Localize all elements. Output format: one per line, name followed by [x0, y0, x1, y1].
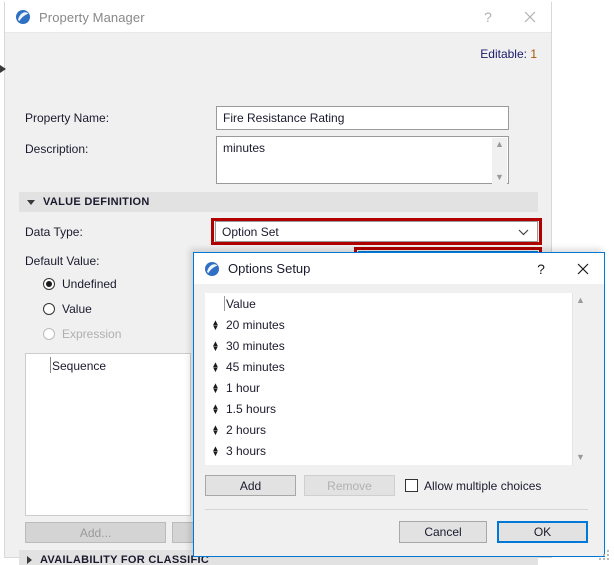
- description-label: Description:: [25, 142, 89, 156]
- list-item-label: 1.5 hours: [226, 401, 277, 416]
- reorder-handle-icon[interactable]: ▲ ▼: [209, 381, 222, 394]
- availability-label: AVAILABILITY FOR CLASSIFIC: [40, 554, 210, 565]
- list-item-label: 3 hours: [226, 443, 267, 458]
- radio-undefined-indicator: [43, 278, 55, 290]
- column-header-value: Value: [226, 296, 256, 311]
- radio-value-indicator: [43, 303, 55, 315]
- list-item[interactable]: ▲ ▼ 3 hours: [205, 440, 572, 461]
- options-setup-title: Options Setup: [228, 261, 311, 276]
- add-button: Add...: [25, 522, 166, 543]
- list-item[interactable]: ▲ ▼ 30 minutes: [205, 335, 572, 356]
- list-item[interactable]: ▲ ▼ 45 minutes: [205, 356, 572, 377]
- radio-expression-indicator: [43, 328, 55, 340]
- collapse-arrow-icon[interactable]: [0, 65, 6, 73]
- reorder-handle-icon[interactable]: ▲ ▼: [209, 339, 222, 352]
- checkbox-indicator: [405, 479, 418, 492]
- close-icon[interactable]: [562, 253, 604, 284]
- reorder-handle-icon[interactable]: ▲ ▼: [209, 318, 222, 331]
- property-name-label: Property Name:: [25, 111, 110, 125]
- close-icon[interactable]: [509, 2, 551, 33]
- scroll-up-icon[interactable]: ▲: [495, 140, 504, 149]
- chevron-down-icon: [27, 199, 35, 205]
- chevron-down-icon: [518, 225, 529, 239]
- resize-grip[interactable]: [599, 550, 610, 561]
- list-item[interactable]: ▲ ▼ 20 minutes: [205, 314, 572, 335]
- cancel-button[interactable]: Cancel: [399, 521, 487, 543]
- archicad-logo-icon: [15, 9, 31, 25]
- scroll-up-icon[interactable]: ▲: [576, 296, 585, 305]
- value-definition-section-header[interactable]: VALUE DEFINITION: [19, 192, 538, 212]
- property-manager-title: Property Manager: [39, 9, 145, 25]
- radio-undefined-label: Undefined: [62, 277, 117, 291]
- editable-count: 1: [530, 47, 537, 61]
- list-item-label: 1 hour: [226, 380, 261, 395]
- sequence-label: Sequence: [52, 359, 107, 373]
- radio-value[interactable]: Value: [43, 302, 92, 316]
- reorder-handle-icon[interactable]: ▲ ▼: [209, 402, 222, 415]
- reorder-handle-icon[interactable]: ▲ ▼: [209, 423, 222, 436]
- editable-label: Editable:: [480, 47, 527, 61]
- options-list-scrollbar[interactable]: ▲ ▼: [572, 293, 588, 465]
- help-button[interactable]: ?: [467, 2, 509, 33]
- sequence-list[interactable]: Sequence: [25, 353, 191, 516]
- allow-multiple-choices-checkbox[interactable]: Allow multiple choices: [405, 475, 541, 496]
- options-setup-body: Value ▲ ▼ 20 minutes ▲ ▼ 30 minutes ▲ ▼ 45 …: [194, 285, 604, 556]
- value-definition-label: VALUE DEFINITION: [43, 196, 150, 208]
- radio-undefined[interactable]: Undefined: [43, 277, 117, 291]
- list-item-label: 45 minutes: [226, 359, 285, 374]
- property-manager-titlebar[interactable]: Property Manager ?: [5, 2, 551, 33]
- allow-multiple-choices-label: Allow multiple choices: [424, 478, 542, 493]
- remove-option-button: Remove: [304, 475, 395, 496]
- default-value-label: Default Value:: [25, 254, 100, 268]
- ok-button[interactable]: OK: [497, 521, 588, 543]
- list-item-label: 30 minutes: [226, 338, 285, 353]
- scroll-down-icon[interactable]: ▼: [576, 453, 585, 462]
- add-option-button[interactable]: Add: [205, 475, 296, 496]
- list-item-label: 20 minutes: [226, 317, 285, 332]
- description-text: minutes: [223, 141, 266, 155]
- scroll-down-icon[interactable]: ▼: [495, 173, 504, 182]
- options-setup-titlebar[interactable]: Options Setup ?: [194, 253, 604, 285]
- property-name-input[interactable]: Fire Resistance Rating: [216, 106, 509, 130]
- list-item[interactable]: ▲ ▼ 1.5 hours: [205, 398, 572, 419]
- reorder-handle-icon[interactable]: ▲ ▼: [209, 360, 222, 373]
- list-item-label: 2 hours: [226, 422, 267, 437]
- footer-divider: [205, 509, 588, 510]
- data-type-value: Option Set: [222, 224, 279, 239]
- column-divider: [224, 296, 225, 311]
- options-list-header: Value: [205, 293, 572, 314]
- editable-status: Editable: 1: [480, 47, 537, 61]
- archicad-logo-icon: [204, 261, 220, 277]
- help-button[interactable]: ?: [520, 253, 562, 284]
- screen: Property Manager ? Editable: 1 Property …: [0, 0, 614, 565]
- radio-value-label: Value: [62, 302, 92, 316]
- sequence-divider: [50, 357, 51, 373]
- radio-expression: Expression: [43, 327, 121, 341]
- chevron-right-icon: [27, 556, 32, 564]
- options-list[interactable]: Value ▲ ▼ 20 minutes ▲ ▼ 30 minutes ▲ ▼ 45 …: [205, 293, 572, 465]
- options-setup-dialog: Options Setup ? Value ▲ ▼ 20 minutes ▲ ▼…: [193, 252, 605, 557]
- list-item[interactable]: ▲ ▼ 2 hours: [205, 419, 572, 440]
- data-type-select[interactable]: Option Set: [215, 221, 538, 242]
- reorder-handle-icon[interactable]: ▲ ▼: [209, 444, 222, 457]
- description-scrollbar[interactable]: ▲ ▼: [492, 138, 507, 184]
- data-type-label: Data Type:: [25, 225, 83, 239]
- description-input[interactable]: minutes ▲ ▼: [216, 136, 509, 184]
- radio-expression-label: Expression: [62, 327, 122, 341]
- list-item[interactable]: ▲ ▼ 1 hour: [205, 377, 572, 398]
